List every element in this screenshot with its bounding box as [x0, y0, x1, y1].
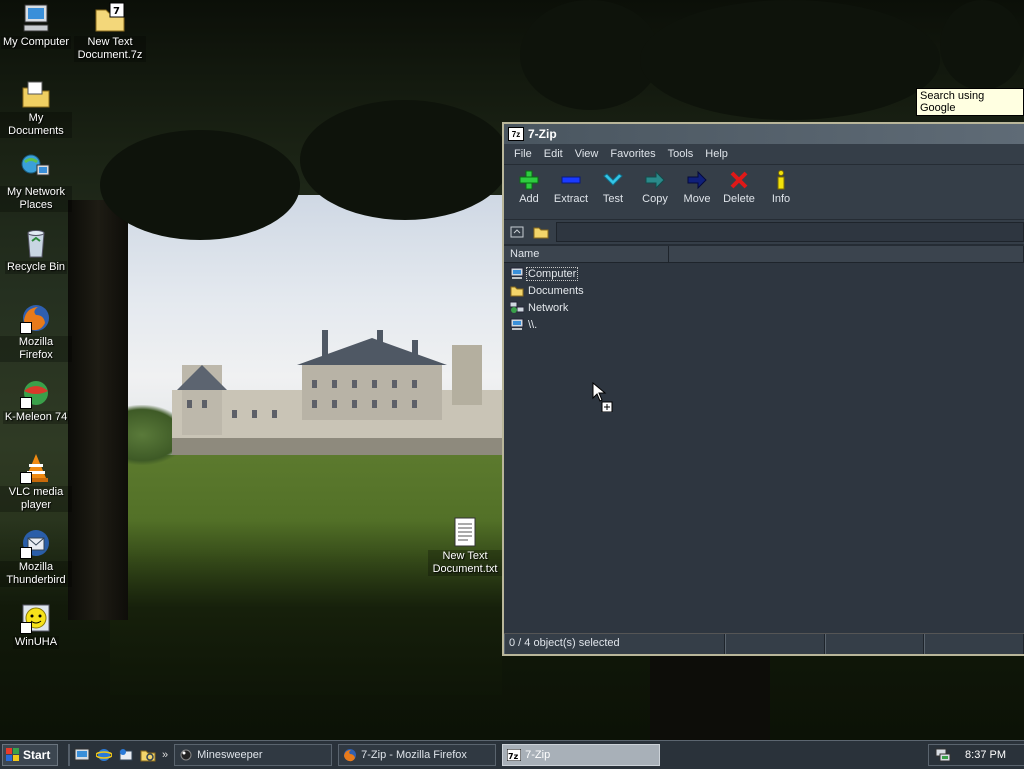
list-item-documents[interactable]: Documents	[504, 282, 1024, 299]
menu-file[interactable]: File	[508, 148, 538, 160]
shortcut-arrow-icon	[20, 622, 32, 634]
quick-launch	[68, 744, 156, 766]
outlook-express-icon[interactable]	[118, 747, 134, 763]
test-icon	[592, 169, 634, 191]
menu-bar: File Edit View Favorites Tools Help	[504, 144, 1024, 165]
network-icon	[509, 301, 525, 314]
add-button[interactable]: Add	[508, 169, 550, 205]
shortcut-arrow-icon	[20, 547, 32, 559]
winuha-icon	[20, 602, 52, 634]
menu-help[interactable]: Help	[699, 148, 734, 160]
desktop-icon-vlc-media-player[interactable]: VLC media player	[0, 452, 72, 512]
desktop-icon-mozilla-firefox[interactable]: Mozilla Firefox	[0, 302, 72, 362]
desktop-icon-my-documents[interactable]: My Documents	[0, 78, 72, 138]
svg-text:7z: 7z	[508, 752, 519, 761]
windows-logo-icon	[6, 748, 19, 761]
search-tooltip: Search using Google	[916, 88, 1024, 116]
menu-view[interactable]: View	[569, 148, 605, 160]
list-item-network[interactable]: Network	[504, 299, 1024, 316]
minesweeper-icon	[180, 749, 192, 761]
column-name[interactable]: Name	[504, 246, 669, 262]
list-item-computer[interactable]: Computer	[504, 265, 1024, 282]
status-bar: 0 / 4 object(s) selected	[504, 633, 1024, 654]
system-tray: 8:37 PM	[928, 744, 1024, 766]
shortcut-arrow-icon	[20, 397, 32, 409]
shortcut-arrow-icon	[20, 472, 32, 484]
start-button[interactable]: Start	[2, 744, 58, 766]
parent-folder-button[interactable]	[508, 223, 526, 241]
desktop-icon-new-text-document-7z[interactable]: 7 New Text Document.7z	[74, 2, 146, 62]
task-minesweeper[interactable]: Minesweeper	[174, 744, 333, 766]
desktop-icon-k-meleon[interactable]: K-Meleon 74	[0, 377, 72, 424]
delete-icon	[718, 169, 760, 191]
extract-button[interactable]: Extract	[550, 169, 592, 205]
device-icon	[510, 318, 524, 331]
network-places-icon	[20, 152, 52, 184]
file-list[interactable]: Computer Documents Network \\.	[504, 263, 1024, 633]
menu-favorites[interactable]: Favorites	[604, 148, 661, 160]
clock[interactable]: 8:37 PM	[965, 749, 1006, 761]
thunderbird-icon	[20, 527, 52, 559]
path-field[interactable]	[556, 222, 1024, 242]
mouse-cursor-icon	[592, 381, 614, 415]
7zip-window[interactable]: 7z 7-Zip File Edit View Favorites Tools …	[502, 122, 1024, 656]
my-computer-icon	[20, 2, 52, 34]
quick-launch-more-icon[interactable]: »	[162, 749, 168, 761]
info-button[interactable]: Info	[760, 169, 802, 205]
move-icon	[676, 169, 718, 191]
info-icon	[760, 169, 802, 191]
firefox-icon	[20, 302, 52, 334]
windows-explorer-icon[interactable]	[140, 747, 156, 763]
text-file-icon	[449, 516, 481, 548]
k-meleon-icon	[20, 377, 52, 409]
my-documents-icon	[20, 78, 52, 110]
folder-icon	[510, 284, 524, 297]
castle-image	[172, 330, 502, 455]
add-icon	[508, 169, 550, 191]
desktop-icon-my-computer[interactable]: My Computer	[0, 2, 72, 49]
task-7zip-mozilla-firefox[interactable]: 7-Zip - Mozilla Firefox	[338, 744, 497, 766]
copy-icon	[634, 169, 676, 191]
delete-button[interactable]: Delete	[718, 169, 760, 205]
extract-icon	[550, 169, 592, 191]
7zip-app-icon: 7z	[508, 127, 524, 141]
status-cell-2	[725, 634, 825, 654]
menu-tools[interactable]: Tools	[662, 148, 700, 160]
window-title: 7-Zip	[528, 127, 557, 141]
window-titlebar[interactable]: 7z 7-Zip	[504, 124, 1024, 144]
status-cell-3	[824, 634, 925, 654]
recycle-bin-icon	[20, 227, 52, 259]
status-cell-4	[924, 634, 1024, 654]
task-7zip[interactable]: 7z 7-Zip	[502, 744, 661, 766]
toolbar: Add Extract Test Copy Move Delete Info	[504, 165, 1024, 220]
7zip-icon: 7z	[507, 749, 522, 761]
list-item-device[interactable]: \\.	[504, 316, 1024, 333]
desktop-icon-winuha[interactable]: WinUHA	[0, 602, 72, 649]
archive-file-icon: 7	[94, 2, 126, 34]
copy-button[interactable]: Copy	[634, 169, 676, 205]
computer-icon	[510, 267, 524, 280]
desktop-icon-mozilla-thunderbird[interactable]: Mozilla Thunderbird	[0, 527, 72, 587]
menu-edit[interactable]: Edit	[538, 148, 569, 160]
list-header: Name	[504, 246, 1024, 263]
desktop-icon-recycle-bin[interactable]: Recycle Bin	[0, 227, 72, 274]
desktop-icon-new-text-document-txt[interactable]: New Text Document.txt	[428, 516, 502, 576]
show-desktop-icon[interactable]	[74, 747, 90, 763]
test-button[interactable]: Test	[592, 169, 634, 205]
svg-text:7: 7	[113, 6, 120, 17]
tray-network-icon[interactable]	[935, 746, 951, 765]
column-spacer	[669, 246, 1024, 262]
address-bar	[504, 220, 1024, 246]
taskbar: Start » Minesweeper 7-Zip - Mozilla Fire…	[0, 740, 1024, 769]
firefox-icon	[344, 749, 357, 762]
desktop-icon-my-network-places[interactable]: My Network Places	[0, 152, 72, 212]
shortcut-arrow-icon	[20, 322, 32, 334]
folder-icon[interactable]	[532, 223, 550, 241]
internet-explorer-icon[interactable]	[95, 747, 113, 763]
status-selection: 0 / 4 object(s) selected	[504, 634, 726, 654]
move-button[interactable]: Move	[676, 169, 718, 205]
vlc-icon	[20, 452, 52, 484]
